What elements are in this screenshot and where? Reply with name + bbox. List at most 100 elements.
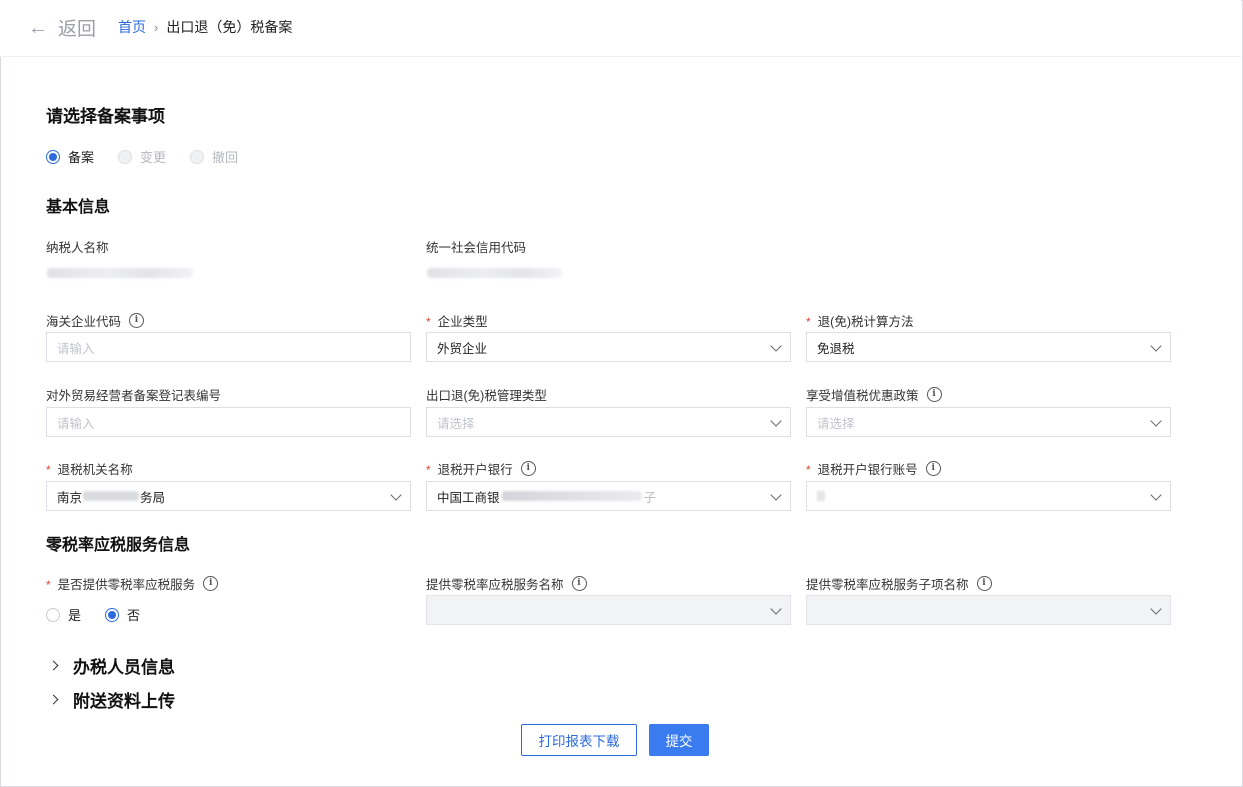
radio-label-change: 变更 (140, 150, 167, 165)
service-sub-label: 提供零税率应税服务子项名称 i (806, 574, 992, 593)
bank-account-select[interactable] (806, 481, 1171, 511)
info-icon[interactable]: i (571, 576, 587, 591)
refund-office-label-text: 退税机关名称 (57, 463, 133, 477)
refund-office-value: 南京 (57, 490, 83, 505)
bank-value: 中国工商银 (437, 490, 500, 505)
bank-label-text: 退税开户银行 (437, 463, 513, 477)
vat-policy-label-text: 享受增值税优惠政策 (806, 389, 919, 403)
trade-reg-label: 对外贸易经营者备案登记表编号 (46, 385, 221, 404)
radio-label-yes: 是 (68, 608, 82, 623)
print-download-button[interactable]: 打印报表下载 (521, 724, 637, 756)
mgmt-type-label: 出口退(免)税管理类型 (426, 385, 547, 404)
chevron-down-icon (1150, 489, 1162, 501)
bank-account-label: * 退税开户银行账号 i (806, 459, 941, 478)
filing-radio-group: 备案 变更 撤回 (46, 147, 238, 166)
chevron-down-icon (770, 489, 782, 501)
section-staff-title: 办税人员信息 (73, 658, 175, 677)
taxpayer-name-label: 纳税人名称 (46, 237, 109, 256)
radio-label-no: 否 (127, 608, 141, 623)
breadcrumb: 首页 › 出口退（免）税备案 (118, 17, 292, 37)
bank-account-label-text: 退税开户银行账号 (817, 463, 918, 477)
info-icon[interactable]: i (976, 576, 992, 591)
zero-rate-provide-label-text: 是否提供零税率应税服务 (57, 578, 196, 592)
customs-code-label-text: 海关企业代码 (46, 315, 122, 329)
calc-method-label-text: 退(免)税计算方法 (817, 315, 914, 329)
top-bar: ← 返回 首页 › 出口退（免）税备案 (0, 0, 1241, 57)
service-name-select[interactable] (426, 595, 791, 625)
required-mark: * (806, 462, 811, 477)
trade-reg-input[interactable]: 请输入 (46, 407, 411, 437)
customs-code-input[interactable]: 请输入 (46, 332, 411, 362)
radio-label-withdraw: 撤回 (212, 150, 239, 165)
radio-filing-change[interactable] (118, 149, 133, 164)
filing-title: 请选择备案事项 (46, 107, 165, 126)
basic-info-title: 基本信息 (46, 199, 111, 216)
radio-zero-rate-no[interactable] (105, 607, 120, 622)
enterprise-type-select[interactable]: 外贸企业 (426, 332, 791, 362)
radio-label-record: 备案 (68, 150, 95, 165)
required-mark: * (426, 314, 431, 329)
calc-method-label: * 退(免)税计算方法 (806, 311, 914, 330)
radio-zero-rate-yes[interactable] (46, 607, 60, 622)
arrow-left-icon: ← (28, 16, 48, 39)
chevron-right-icon: › (154, 19, 159, 35)
chevron-right-icon (48, 694, 59, 705)
credit-code-label-text: 统一社会信用代码 (426, 241, 527, 255)
chevron-down-icon (770, 340, 782, 352)
refund-office-label: * 退税机关名称 (46, 459, 133, 478)
calc-method-select[interactable]: 免退税 (806, 332, 1171, 362)
radio-filing-record[interactable] (46, 149, 60, 164)
vat-policy-select[interactable]: 请选择 (806, 407, 1171, 437)
chevron-down-icon (770, 415, 782, 427)
info-icon[interactable]: i (925, 461, 941, 476)
mgmt-type-placeholder: 请选择 (437, 416, 475, 431)
credit-code-value-redacted (427, 268, 562, 278)
breadcrumb-home-link[interactable]: 首页 (118, 17, 146, 37)
service-sub-select[interactable] (806, 595, 1171, 625)
credit-code-label: 统一社会信用代码 (426, 237, 526, 256)
back-label: 返回 (58, 19, 97, 40)
info-icon[interactable]: i (203, 576, 219, 591)
calc-method-value: 免退税 (817, 341, 855, 356)
bank-select[interactable]: 中国工商银 子 (426, 481, 791, 511)
enterprise-type-label: * 企业类型 (426, 311, 488, 330)
refund-office-value-end: 务局 (140, 490, 166, 505)
customs-code-label: 海关企业代码 i (46, 311, 145, 330)
service-name-label-text: 提供零税率应税服务名称 (426, 578, 564, 592)
bank-redacted (501, 491, 642, 501)
refund-office-select[interactable]: 南京 务局 (46, 481, 411, 511)
chevron-down-icon (1150, 340, 1162, 352)
required-mark: * (46, 577, 51, 592)
zero-rate-provide-label: * 是否提供零税率应税服务 i (46, 574, 219, 593)
mgmt-type-select[interactable]: 请选择 (426, 407, 791, 437)
required-mark: * (806, 314, 811, 329)
required-mark: * (426, 462, 431, 477)
breadcrumb-current: 出口退（免）税备案 (166, 19, 293, 35)
chevron-down-icon (770, 603, 782, 615)
section-attachments-title: 附送资料上传 (73, 692, 175, 711)
service-sub-label-text: 提供零税率应税服务子项名称 (806, 578, 969, 592)
form-panel: 请选择备案事项 备案 变更 撤回 基本信息 纳税人名称 统一社会信用代码 海关企… (16, 68, 1201, 785)
vat-policy-placeholder: 请选择 (817, 416, 855, 431)
radio-filing-withdraw[interactable] (190, 149, 205, 164)
chevron-right-icon (48, 660, 59, 671)
trade-reg-label-text: 对外贸易经营者备案登记表编号 (46, 389, 222, 403)
section-attachments-toggle[interactable]: 附送资料上传 (46, 687, 175, 712)
chevron-down-icon (390, 489, 402, 501)
submit-button[interactable]: 提交 (649, 724, 709, 756)
section-staff-toggle[interactable]: 办税人员信息 (46, 653, 175, 678)
chevron-down-icon (1150, 415, 1162, 427)
service-name-label: 提供零税率应税服务名称 i (426, 574, 587, 593)
info-icon[interactable]: i (926, 387, 942, 402)
taxpayer-name-value-redacted (47, 268, 193, 278)
enterprise-type-value: 外贸企业 (437, 341, 488, 356)
info-icon[interactable]: i (520, 461, 536, 476)
info-icon[interactable]: i (129, 313, 145, 328)
mgmt-type-label-text: 出口退(免)税管理类型 (426, 389, 547, 403)
taxpayer-name-label-text: 纳税人名称 (46, 241, 109, 255)
chevron-down-icon (1150, 603, 1162, 615)
back-button[interactable]: ← 返回 (28, 14, 96, 41)
bank-value-end: 子 (643, 490, 657, 505)
bank-label: * 退税开户银行 i (426, 459, 536, 478)
zero-rate-radio-group: 是 否 (46, 605, 140, 624)
